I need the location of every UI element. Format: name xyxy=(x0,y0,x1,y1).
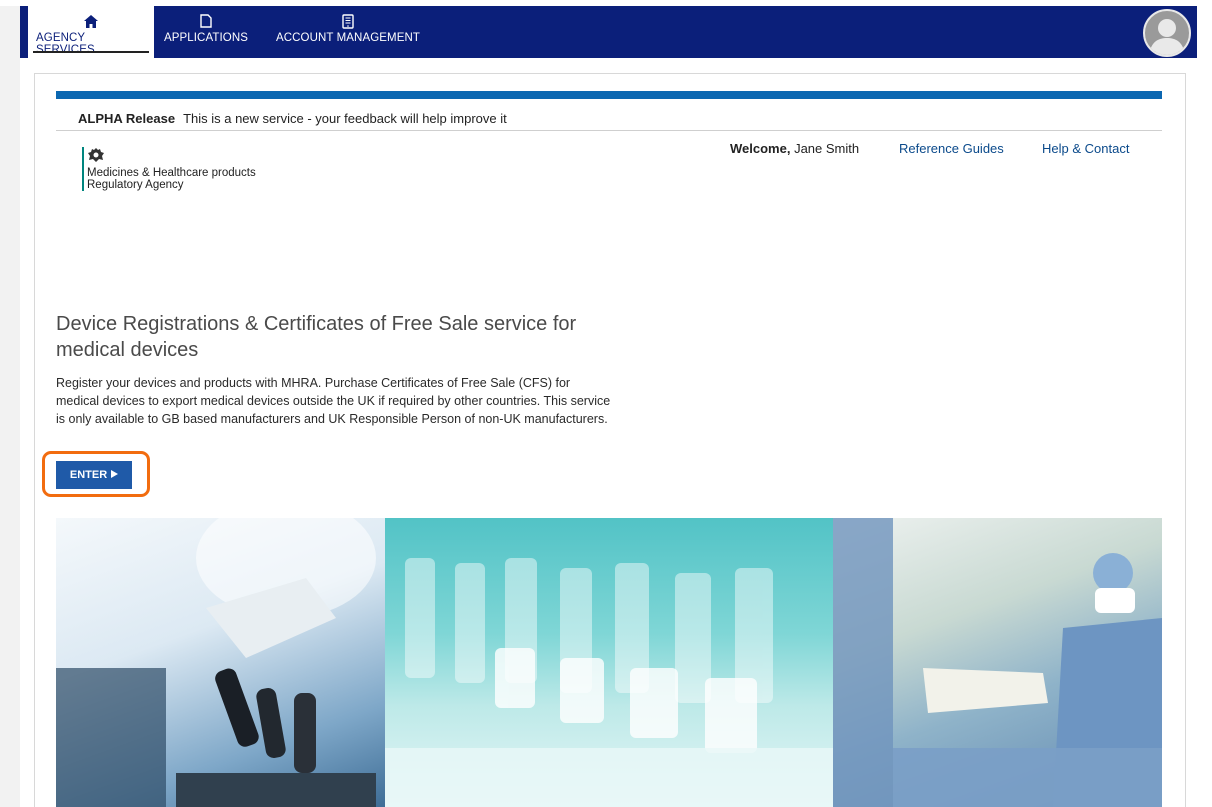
service-description: Register your devices and products with … xyxy=(56,376,611,426)
user-name: Jane Smith xyxy=(794,141,860,156)
welcome-label: Welcome, xyxy=(730,141,791,156)
hero-images xyxy=(56,518,1162,807)
tab-label: ACCOUNT MANAGEMENT xyxy=(275,32,421,44)
logo-line-2: Regulatory Agency xyxy=(87,179,184,191)
home-icon xyxy=(84,12,98,30)
alpha-label: ALPHA Release xyxy=(78,111,176,126)
welcome-text: Welcome, Jane Smith xyxy=(730,141,859,156)
tab-label: AGENCY SERVICES xyxy=(36,32,95,56)
tab-agency-services[interactable]: AGENCY SERVICES xyxy=(28,6,154,58)
divider xyxy=(56,130,1162,131)
surgery-image xyxy=(833,518,1162,807)
logo-line-1: Medicines & Healthcare products xyxy=(87,167,256,179)
tab-label: APPLICATIONS xyxy=(163,32,249,44)
royal-crest-icon xyxy=(87,147,256,167)
vials-image xyxy=(385,518,833,807)
play-icon xyxy=(111,469,119,481)
top-nav: AGENCY SERVICES APPLICATIONS ACCOUNT MAN… xyxy=(20,6,1197,58)
microscope-image xyxy=(56,518,385,807)
alpha-banner: ALPHA Release This is a new service - you… xyxy=(78,111,507,126)
accent-bar xyxy=(56,91,1162,99)
mhra-logo: Medicines & Healthcare products Regulato… xyxy=(82,147,256,191)
left-edge xyxy=(0,6,20,807)
reference-guides-link[interactable]: Reference Guides xyxy=(899,141,1004,156)
help-contact-link[interactable]: Help & Contact xyxy=(1042,141,1129,156)
tab-account-management[interactable]: ACCOUNT MANAGEMENT xyxy=(258,6,438,58)
enter-label: ENTER xyxy=(69,469,108,481)
page-title: Device Registrations & Certificates of F… xyxy=(56,313,577,361)
header-links: Welcome, Jane Smith Reference Guides Hel… xyxy=(730,141,1129,156)
alpha-text: This is a new service - your feedback wi… xyxy=(183,111,507,126)
tab-applications[interactable]: APPLICATIONS xyxy=(154,6,258,58)
user-avatar-icon[interactable] xyxy=(1143,9,1191,57)
document-icon xyxy=(200,12,212,30)
tablet-icon xyxy=(342,12,354,30)
enter-button[interactable]: ENTER xyxy=(56,461,132,489)
